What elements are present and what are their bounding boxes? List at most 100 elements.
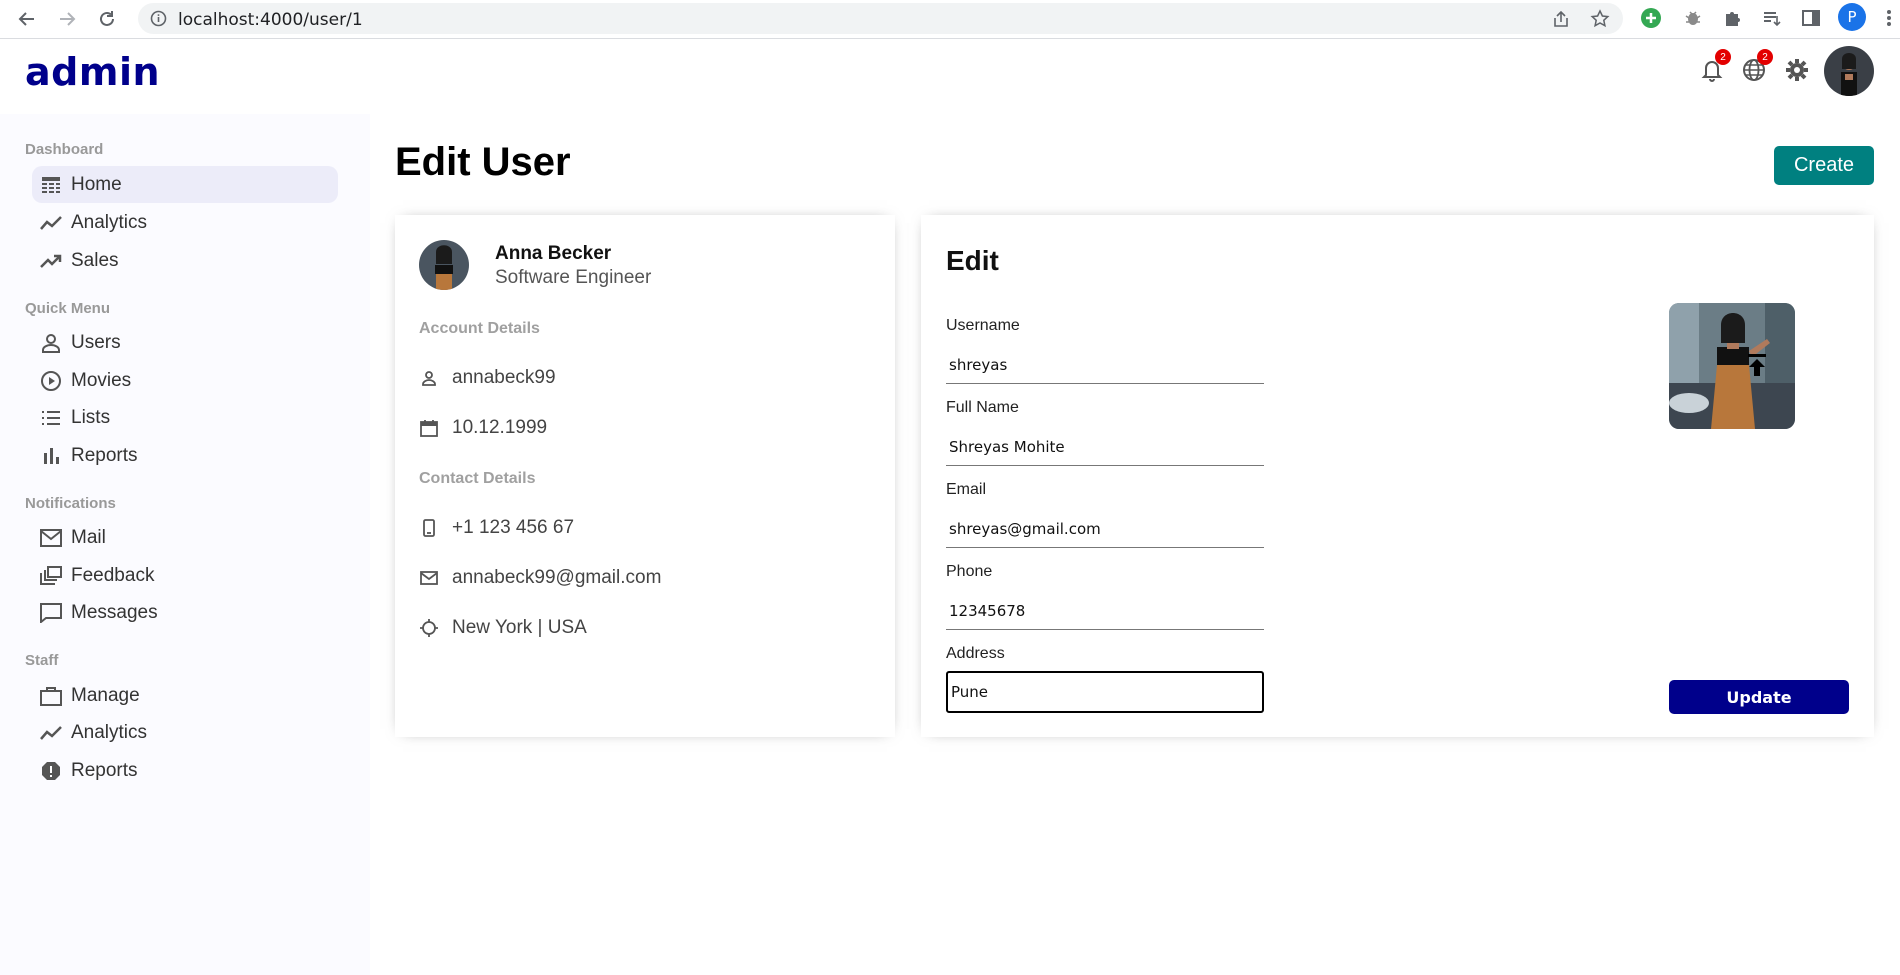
address-input[interactable]: [946, 671, 1264, 713]
user-show-location: New York | USA: [419, 615, 587, 641]
sidebar-item-analytics[interactable]: Analytics: [32, 204, 338, 241]
email-label: Email: [946, 481, 987, 498]
app-logo[interactable]: admin: [25, 50, 160, 94]
sidebar-section-quick-menu: Quick Menu: [25, 300, 111, 317]
home-icon: [40, 174, 62, 196]
sidebar-item-users[interactable]: Users: [32, 324, 338, 361]
email-input[interactable]: [946, 510, 1264, 548]
share-icon[interactable]: [1551, 9, 1571, 29]
reading-list-icon[interactable]: [1761, 7, 1783, 29]
sidebar-item-sales[interactable]: Sales: [32, 242, 338, 279]
bar-chart-icon: [40, 445, 62, 467]
phone-android-icon: [419, 518, 439, 538]
contact-details-title: Contact Details: [419, 470, 536, 487]
sidebar-item-mail[interactable]: Mail: [32, 519, 338, 556]
user-show-phone: +1 123 456 67: [419, 515, 574, 541]
timeline-icon: [40, 722, 62, 744]
sidebar-item-label: Reports: [71, 444, 138, 466]
phone-label: Phone: [946, 563, 993, 580]
user-show-card: Anna Becker Software Engineer Account De…: [395, 215, 895, 737]
sidebar-item-label: Analytics: [71, 721, 148, 743]
timeline-icon: [40, 212, 62, 234]
sidebar: Dashboard Home Analytics Sales Quick Men…: [0, 114, 370, 975]
sidebar-item-label: Mail: [71, 526, 106, 548]
side-panel-icon[interactable]: [1800, 7, 1822, 29]
birthday-value: 10.12.1999: [452, 417, 548, 438]
sidebar-section-staff: Staff: [25, 652, 59, 669]
info-icon[interactable]: [150, 10, 167, 32]
sidebar-item-movies[interactable]: Movies: [32, 362, 338, 399]
user-show-role: Software Engineer: [495, 267, 652, 288]
sidebar-section-dashboard: Dashboard: [25, 141, 104, 158]
user-show-email: annabeck99@gmail.com: [419, 565, 661, 591]
sidebar-item-staff-reports[interactable]: Reports: [32, 752, 338, 789]
forward-icon[interactable]: [56, 8, 78, 30]
email-value: annabeck99@gmail.com: [452, 567, 662, 588]
sidebar-item-lists[interactable]: Lists: [32, 399, 338, 436]
user-show-name: Anna Becker: [495, 243, 612, 264]
sidebar-section-notifications: Notifications: [25, 495, 116, 512]
browser-toolbar: localhost:4000/user/1 P: [0, 0, 1900, 39]
list-icon: [40, 407, 62, 429]
sidebar-item-reports[interactable]: Reports: [32, 437, 338, 474]
extension-green-icon[interactable]: [1640, 7, 1662, 29]
sidebar-item-label: Messages: [71, 601, 158, 623]
sidebar-item-label: Feedback: [71, 564, 155, 586]
sidebar-item-staff-analytics[interactable]: Analytics: [32, 714, 338, 751]
sidebar-item-label: Sales: [71, 249, 119, 271]
settings-gear-icon[interactable]: [1782, 55, 1812, 85]
address-label: Address: [946, 645, 1005, 662]
full-name-label: Full Name: [946, 399, 1019, 416]
upload-icon[interactable]: [1743, 351, 1771, 379]
sidebar-item-label: Manage: [71, 684, 140, 706]
sidebar-item-manage[interactable]: Manage: [32, 677, 338, 714]
extension-bug-icon[interactable]: [1682, 7, 1704, 29]
username-value: annabeck99: [452, 367, 556, 388]
address-bar[interactable]: localhost:4000/user/1: [138, 3, 1623, 34]
user-upload-image: [1669, 303, 1795, 429]
language-badge: 2: [1757, 49, 1773, 65]
mail-outline-icon: [419, 568, 439, 588]
extensions-puzzle-icon[interactable]: [1722, 7, 1744, 29]
user-show-username: annabeck99: [419, 365, 556, 391]
sidebar-item-home[interactable]: Home: [32, 166, 338, 203]
user-show-avatar: [419, 240, 469, 290]
person-outline-icon: [419, 368, 439, 388]
sidebar-item-label: Analytics: [71, 211, 148, 233]
full-name-input[interactable]: [946, 428, 1264, 466]
sidebar-item-label: Reports: [71, 759, 138, 781]
notifications-icon[interactable]: 2: [1697, 49, 1731, 85]
calendar-icon: [419, 418, 439, 438]
back-icon[interactable]: [16, 8, 38, 30]
chat-bubble-icon: [40, 602, 62, 624]
notifications-badge: 2: [1715, 49, 1731, 65]
sidebar-item-feedback[interactable]: Feedback: [32, 557, 338, 594]
trending-up-icon: [40, 250, 62, 272]
menu-dots-icon[interactable]: [1878, 7, 1900, 29]
play-circle-icon: [40, 370, 62, 392]
sidebar-item-messages[interactable]: Messages: [32, 594, 338, 631]
report-icon: [40, 760, 62, 782]
phone-value: +1 123 456 67: [452, 517, 575, 538]
phone-input[interactable]: [946, 592, 1264, 630]
profile-avatar[interactable]: P: [1838, 3, 1866, 31]
user-avatar[interactable]: [1824, 46, 1874, 96]
work-icon: [40, 685, 62, 707]
username-input[interactable]: [946, 346, 1264, 384]
location-searching-icon: [419, 618, 439, 638]
reload-icon[interactable]: [96, 8, 118, 30]
account-details-title: Account Details: [419, 320, 540, 337]
dynamic-feed-icon: [40, 565, 62, 587]
sidebar-item-label: Movies: [71, 369, 132, 391]
language-icon[interactable]: 2: [1739, 49, 1773, 85]
location-value: New York | USA: [452, 617, 587, 638]
sidebar-item-label: Lists: [71, 406, 111, 428]
bookmark-star-icon[interactable]: [1590, 9, 1610, 29]
edit-title: Edit: [946, 245, 999, 276]
person-icon: [40, 332, 62, 354]
mail-icon: [40, 527, 62, 549]
url-text: localhost:4000/user/1: [178, 10, 363, 30]
create-button[interactable]: Create: [1774, 146, 1874, 185]
update-button[interactable]: Update: [1669, 680, 1849, 714]
user-show-birthday: 10.12.1999: [419, 415, 547, 441]
